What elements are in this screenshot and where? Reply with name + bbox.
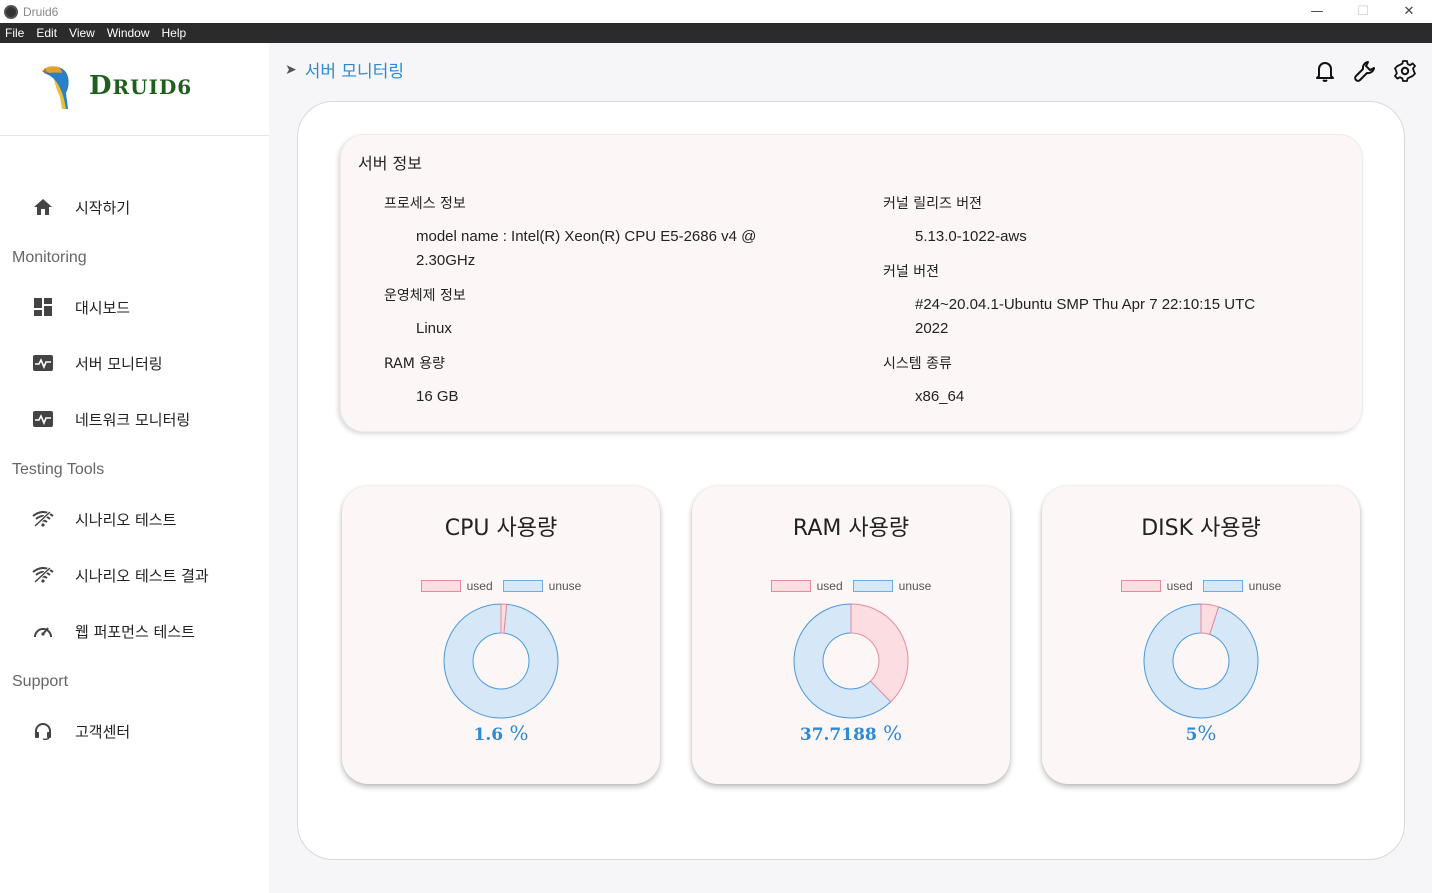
- chart-legend: used unuse: [342, 579, 660, 593]
- sidebar-item-label: 서버 모니터링: [75, 354, 163, 373]
- server-info-card: [340, 134, 1363, 432]
- section-support: Support: [12, 673, 69, 690]
- monitor-pulse-icon: [32, 352, 54, 374]
- minimize-button[interactable]: —: [1294, 0, 1340, 23]
- os-info-label: 운영체제 정보: [384, 288, 466, 304]
- ram-donut-chart: [793, 603, 909, 719]
- close-button[interactable]: ✕: [1386, 0, 1432, 23]
- menu-edit[interactable]: Edit: [36, 26, 57, 40]
- system-type-value: x86_64: [915, 388, 965, 405]
- app-icon: [4, 4, 18, 19]
- server-info-title: 서버 정보: [358, 154, 422, 173]
- sidebar-item-web-performance[interactable]: 웹 퍼포먼스 테스트: [0, 611, 269, 651]
- kernel-version-value: #24~20.04.1-Ubuntu SMP Thu Apr 7 22:10:1…: [915, 296, 1256, 313]
- parrot-logo-icon: [42, 66, 69, 109]
- gear-icon[interactable]: [1393, 59, 1417, 83]
- section-monitoring: Monitoring: [12, 249, 87, 266]
- chart-legend: used unuse: [692, 579, 1010, 593]
- title-bar: Druid6 — ☐ ✕: [0, 0, 1432, 23]
- legend-unuse[interactable]: unuse: [852, 579, 931, 593]
- cpu-usage-card: CPU 사용량 used unuse 1.6 %: [342, 486, 660, 784]
- ram-usage-title: RAM 사용량: [792, 516, 910, 541]
- sidebar-item-label: 시나리오 테스트: [75, 510, 177, 529]
- wrench-icon[interactable]: [1353, 59, 1377, 83]
- logo[interactable]: DRUID6: [0, 43, 269, 136]
- kernel-version-value-cont: 2022: [915, 320, 949, 337]
- kernel-release-value: 5.13.0-1022-aws: [915, 228, 1027, 245]
- sidebar-item-scenario-result[interactable]: 시나리오 테스트 결과: [0, 555, 269, 595]
- process-info-value-cont: 2.30GHz: [416, 252, 476, 269]
- menu-file[interactable]: File: [5, 26, 24, 40]
- chart-legend: used unuse: [1042, 579, 1360, 593]
- window-controls: — ☐ ✕: [1294, 0, 1432, 23]
- dashboard-icon: [32, 296, 54, 318]
- home-icon: [32, 196, 54, 218]
- disk-donut-chart: [1143, 603, 1259, 719]
- legend-used[interactable]: used: [420, 579, 493, 593]
- ram-usage-card: RAM 사용량 used unuse 37.7188 %: [692, 486, 1010, 784]
- sidebar-item-scenario-test[interactable]: 시나리오 테스트: [0, 499, 269, 539]
- disk-usage-value: 5%: [1185, 721, 1217, 745]
- speedometer-icon: [32, 620, 54, 642]
- sidebar: DRUID6 시작하기 Monitoring 대시보드 서버 모니터링 네트워크…: [0, 43, 269, 893]
- breadcrumb-arrow-icon: ➤: [285, 61, 297, 78]
- maximize-button[interactable]: ☐: [1340, 0, 1386, 23]
- cpu-usage-value: 1.6 %: [473, 721, 529, 745]
- sidebar-item-label: 대시보드: [75, 298, 131, 317]
- menu-bar: File Edit View Window Help: [0, 23, 1432, 43]
- kernel-release-label: 커널 릴리즈 버젼: [883, 196, 983, 212]
- breadcrumb: ➤ 서버 모니터링: [285, 57, 404, 83]
- sidebar-item-network-monitoring[interactable]: 네트워크 모니터링: [0, 399, 269, 439]
- menu-window[interactable]: Window: [107, 26, 150, 40]
- sidebar-item-customer-center[interactable]: 고객센터: [0, 711, 269, 751]
- donut-used-slice[interactable]: [850, 603, 909, 703]
- disk-usage-card: DISK 사용량 used unuse 5%: [1042, 486, 1360, 784]
- ram-usage-value: 37.7188 %: [799, 721, 903, 745]
- window-title: Druid6: [23, 4, 59, 19]
- sidebar-item-dashboard[interactable]: 대시보드: [0, 287, 269, 327]
- ram-capacity-label: RAM 용량: [384, 356, 446, 372]
- ram-capacity-value: 16 GB: [416, 388, 459, 405]
- breadcrumb-current[interactable]: 서버 모니터링: [305, 57, 404, 82]
- sidebar-item-server-monitoring[interactable]: 서버 모니터링: [0, 343, 269, 383]
- logo-text: DRUID6: [89, 71, 193, 101]
- cpu-usage-title: CPU 사용량: [444, 516, 558, 541]
- process-info-value: model name : Intel(R) Xeon(R) CPU E5-268…: [416, 228, 757, 245]
- sidebar-item-label: 시작하기: [75, 198, 131, 217]
- cpu-donut-chart: [443, 603, 559, 719]
- sidebar-item-label: 웹 퍼포먼스 테스트: [75, 622, 195, 641]
- legend-unuse[interactable]: unuse: [502, 579, 581, 593]
- monitor-pulse-icon: [32, 408, 54, 430]
- system-type-label: 시스템 종류: [883, 356, 952, 372]
- sidebar-item-label: 시나리오 테스트 결과: [75, 566, 209, 585]
- kernel-version-label: 커널 버젼: [883, 264, 939, 280]
- legend-unuse[interactable]: unuse: [1202, 579, 1281, 593]
- legend-used[interactable]: used: [770, 579, 843, 593]
- sidebar-item-label: 네트워크 모니터링: [75, 410, 191, 429]
- menu-help[interactable]: Help: [162, 26, 187, 40]
- wifi-off-icon: [32, 564, 54, 586]
- process-info-label: 프로세스 정보: [384, 196, 466, 212]
- sidebar-item-label: 고객센터: [75, 722, 131, 741]
- headset-icon: [32, 720, 54, 742]
- bell-icon[interactable]: [1313, 59, 1337, 83]
- legend-used[interactable]: used: [1120, 579, 1193, 593]
- disk-usage-title: DISK 사용량: [1141, 516, 1261, 541]
- menu-view[interactable]: View: [69, 26, 95, 40]
- header-actions: [1313, 59, 1432, 83]
- section-testing-tools: Testing Tools: [12, 461, 105, 478]
- os-info-value: Linux: [416, 320, 452, 337]
- wifi-off-icon: [32, 508, 54, 530]
- sidebar-item-home[interactable]: 시작하기: [0, 187, 269, 227]
